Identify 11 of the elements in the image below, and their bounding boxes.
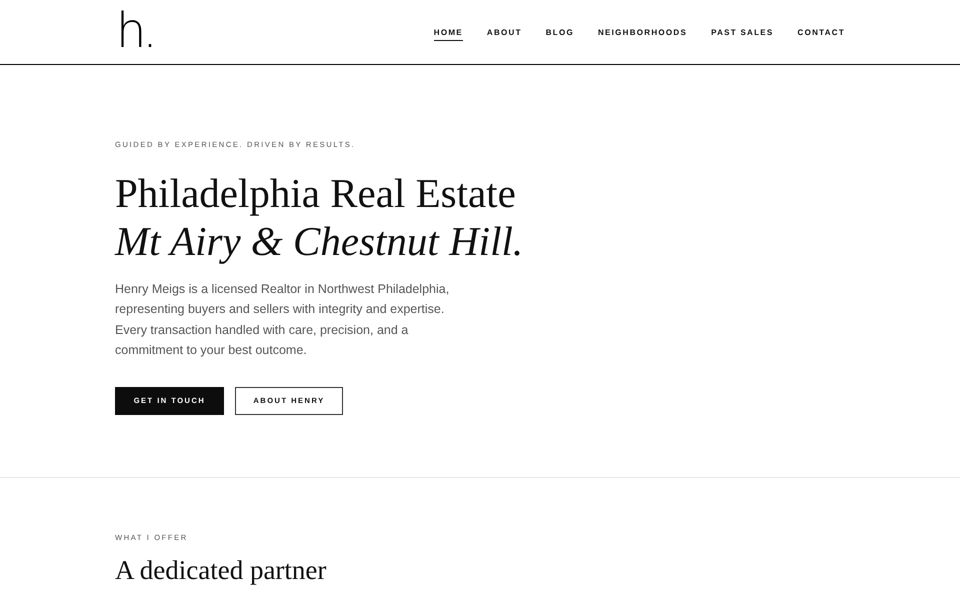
nav-link[interactable]: BLOG (546, 29, 574, 41)
logo[interactable]: h. (116, 7, 154, 55)
nav-link[interactable]: HOME (434, 29, 463, 41)
nav-link[interactable]: CONTACT (798, 29, 845, 41)
nav-link[interactable]: PAST SALES (711, 29, 774, 41)
hero-subtitle: Mt Airy & Chestnut Hill. (115, 216, 524, 264)
nav-link[interactable]: ABOUT (486, 29, 522, 41)
nav-link[interactable]: NEIGHBORHOODS (598, 29, 688, 41)
hero-description: Henry Meigs is a licensed Realtor in Northwest Philadelphia, representing buyers and sellers with integrity and expertise. Every transaction handled with care, precision, and a commitment to your best outcome. (115, 280, 450, 359)
section-title: A dedicated partner (115, 554, 326, 584)
hero-title: Philadelphia Real Estate (115, 168, 516, 216)
